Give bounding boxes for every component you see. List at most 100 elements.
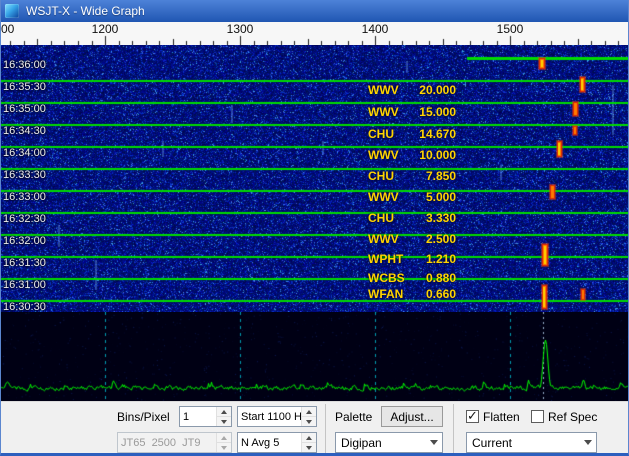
- flatten-checkbox-label: Flatten: [483, 410, 520, 424]
- station-callsign: WWV: [368, 190, 399, 204]
- waterfall-timestamp: 16:33:00: [3, 191, 46, 203]
- title-bar[interactable]: WSJT-X - Wide Graph: [0, 0, 629, 22]
- station-frequency: 3.330: [426, 211, 456, 225]
- spectrum-display[interactable]: [0, 312, 629, 401]
- jt65-jt9-split-value: JT65 2500 JT9: [118, 433, 216, 452]
- waterfall-timestamp: 16:35:00: [3, 103, 46, 115]
- separator: [453, 404, 454, 454]
- app-icon: [5, 4, 19, 18]
- waterfall-timestamp: 16:32:30: [3, 213, 46, 225]
- spectrum-canvas[interactable]: [0, 312, 629, 401]
- station-callsign: WWV: [368, 148, 399, 162]
- waterfall-canvas[interactable]: [0, 45, 629, 312]
- station-frequency: 14.670: [419, 127, 456, 141]
- scale-label-1200: 1200: [92, 22, 119, 36]
- start-frequency-spinbox[interactable]: Start 1100 Hz: [237, 406, 317, 427]
- waterfall-timestamp: 16:33:30: [3, 169, 46, 181]
- bins-per-pixel-down-button[interactable]: [217, 416, 231, 426]
- station-frequency: 20.000: [419, 83, 456, 97]
- station-frequency: 2.500: [426, 232, 456, 246]
- separator: [325, 404, 326, 454]
- station-callsign: CHU: [368, 211, 394, 225]
- wsjtx-wide-graph-window: WSJT-X - Wide Graph 00 1200 1300 1400 15…: [0, 0, 629, 456]
- station-frequency: 5.000: [426, 190, 456, 204]
- station-frequency: 10.000: [419, 148, 456, 162]
- chevron-up-icon: [306, 436, 312, 440]
- n-avg-spinbox[interactable]: N Avg 5: [237, 432, 317, 453]
- station-callsign: CHU: [368, 169, 394, 183]
- station-callsign: WCBS: [368, 271, 405, 285]
- station-callsign: CHU: [368, 127, 394, 141]
- spectrum-mode-combobox-value: Current: [467, 436, 579, 450]
- waterfall-timestamp: 16:36:00: [3, 59, 46, 71]
- waterfall-timestamp: 16:34:30: [3, 125, 46, 137]
- control-panel: Bins/Pixel 1 Start 1100 Hz Palette Adjus…: [0, 401, 629, 456]
- scale-label-1500: 1500: [497, 22, 524, 36]
- bins-per-pixel-spinbox[interactable]: 1: [179, 406, 232, 427]
- station-frequency: 7.850: [426, 169, 456, 183]
- station-label: WWV 5.000: [368, 190, 456, 204]
- ref-spec-checkbox[interactable]: Ref Spec: [531, 406, 597, 427]
- station-label: WCBS 0.880: [368, 271, 456, 285]
- start-frequency-down-button[interactable]: [302, 416, 316, 426]
- flatten-checkbox[interactable]: Flatten: [466, 406, 520, 427]
- palette-combobox-arrow[interactable]: [425, 433, 442, 452]
- station-callsign: WPHT: [368, 252, 403, 266]
- ref-spec-checkbox-box[interactable]: [531, 410, 544, 423]
- station-label: WFAN 0.660: [368, 287, 456, 301]
- n-avg-up-button[interactable]: [302, 433, 316, 442]
- station-label: CHU 3.330: [368, 211, 456, 225]
- jt65-jt9-split-down-button[interactable]: [217, 442, 231, 452]
- station-frequency: 15.000: [419, 105, 456, 119]
- chevron-down-icon: [306, 420, 312, 424]
- spectrum-mode-combobox[interactable]: Current: [466, 432, 597, 453]
- station-callsign: WWV: [368, 105, 399, 119]
- ref-spec-checkbox-label: Ref Spec: [548, 410, 597, 424]
- n-avg-down-button[interactable]: [302, 442, 316, 452]
- bins-per-pixel-label: Bins/Pixel: [117, 406, 170, 427]
- bins-per-pixel-value: 1: [180, 407, 216, 426]
- station-label: WWV 15.000: [368, 105, 456, 119]
- waterfall-display[interactable]: 16:36:00 16:35:30 16:35:00 16:34:30 16:3…: [0, 45, 629, 312]
- palette-label: Palette: [335, 406, 372, 427]
- start-frequency-up-button[interactable]: [302, 407, 316, 416]
- scale-label-1400: 1400: [362, 22, 389, 36]
- station-callsign: WWV: [368, 83, 399, 97]
- spectrum-mode-combobox-arrow[interactable]: [579, 433, 596, 452]
- frequency-scale[interactable]: 00 1200 1300 1400 1500: [0, 22, 629, 45]
- chevron-up-icon: [306, 410, 312, 414]
- scale-label-1300: 1300: [227, 22, 254, 36]
- station-frequency: 0.660: [426, 287, 456, 301]
- station-callsign: WWV: [368, 232, 399, 246]
- station-callsign: WFAN: [368, 287, 403, 301]
- chevron-down-icon: [584, 440, 592, 445]
- jt65-jt9-split-spinbox[interactable]: JT65 2500 JT9: [117, 432, 232, 453]
- bins-per-pixel-up-button[interactable]: [217, 407, 231, 416]
- station-label: CHU 7.850: [368, 169, 456, 183]
- start-frequency-value: Start 1100 Hz: [238, 407, 301, 426]
- station-label: WWV 20.000: [368, 83, 456, 97]
- station-label: WWV 10.000: [368, 148, 456, 162]
- chevron-down-icon: [221, 446, 227, 450]
- station-label: WPHT1.210: [368, 252, 456, 266]
- waterfall-timestamp: 16:35:30: [3, 81, 46, 93]
- chevron-up-icon: [221, 410, 227, 414]
- chevron-down-icon: [430, 440, 438, 445]
- waterfall-timestamp: 16:31:00: [3, 279, 46, 291]
- palette-combobox[interactable]: Digipan: [335, 432, 443, 453]
- chevron-down-icon: [221, 420, 227, 424]
- chevron-up-icon: [221, 436, 227, 440]
- station-label: WWV 2.500: [368, 232, 456, 246]
- flatten-checkbox-box[interactable]: [466, 410, 479, 423]
- palette-combobox-value: Digipan: [336, 436, 425, 450]
- window-title: WSJT-X - Wide Graph: [26, 4, 145, 18]
- n-avg-value: N Avg 5: [238, 433, 301, 452]
- waterfall-timestamp: 16:32:00: [3, 235, 46, 247]
- adjust-button[interactable]: Adjust...: [381, 406, 443, 427]
- jt65-jt9-split-up-button[interactable]: [217, 433, 231, 442]
- station-frequency: 0.880: [426, 271, 456, 285]
- waterfall-timestamp: 16:34:00: [3, 147, 46, 159]
- station-label: CHU 14.670: [368, 127, 456, 141]
- chevron-down-icon: [306, 446, 312, 450]
- scale-label-1100: 00: [1, 22, 14, 36]
